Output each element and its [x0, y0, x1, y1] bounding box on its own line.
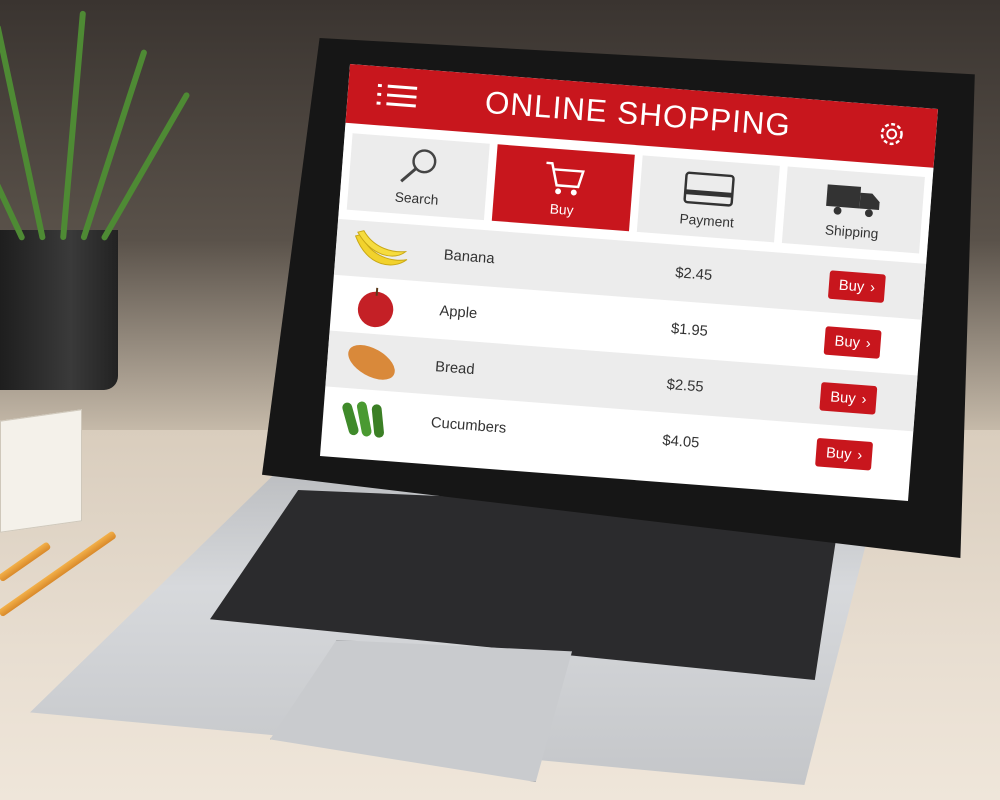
plant-leaf [80, 48, 148, 241]
bread-icon [335, 334, 408, 390]
cucumber-icon [331, 390, 404, 446]
apple-icon [340, 278, 413, 334]
buy-button[interactable]: Buy › [828, 270, 886, 303]
product-name: Apple [438, 302, 478, 323]
buy-button[interactable]: Buy › [819, 382, 878, 415]
buy-label: Buy [838, 276, 865, 296]
tab-label: Shipping [824, 221, 880, 242]
plant-pot [0, 230, 118, 390]
product-name: Cucumbers [430, 414, 507, 437]
chevron-right-icon: › [869, 279, 876, 297]
laptop-screen: ONLINE SHOPPING Search Buy Payment Shipp… [320, 64, 938, 501]
tab-label: Payment [679, 210, 735, 231]
product-name: Banana [443, 246, 496, 268]
tab-label: Buy [549, 200, 575, 219]
gear-icon[interactable] [876, 118, 908, 150]
tab-search[interactable]: Search [346, 133, 490, 221]
tab-buy[interactable]: Buy [491, 144, 635, 232]
product-price: $4.05 [661, 431, 700, 452]
banana-icon [344, 222, 417, 278]
chevron-right-icon: › [856, 446, 863, 464]
truck-icon [826, 184, 880, 218]
buy-label: Buy [829, 388, 857, 408]
tab-payment[interactable]: Payment [636, 155, 780, 243]
notebook [0, 409, 82, 533]
product-name: Bread [434, 358, 476, 379]
buy-button[interactable]: Buy › [823, 326, 882, 359]
menu-icon[interactable] [376, 82, 418, 110]
card-icon [683, 171, 735, 207]
product-price: $1.95 [670, 320, 709, 340]
tab-shipping[interactable]: Shipping [781, 166, 925, 254]
plant-leaf [60, 10, 87, 241]
chevron-right-icon: › [865, 335, 872, 353]
buy-label: Buy [825, 444, 853, 464]
product-price: $2.55 [666, 376, 705, 396]
buy-button[interactable]: Buy › [815, 437, 874, 471]
plant-leaf [100, 91, 191, 242]
product-price: $2.45 [674, 264, 713, 284]
cart-icon [546, 161, 585, 196]
tab-label: Search [394, 188, 439, 208]
buy-label: Buy [833, 332, 861, 352]
chevron-right-icon: › [860, 391, 868, 409]
search-icon [400, 149, 437, 183]
